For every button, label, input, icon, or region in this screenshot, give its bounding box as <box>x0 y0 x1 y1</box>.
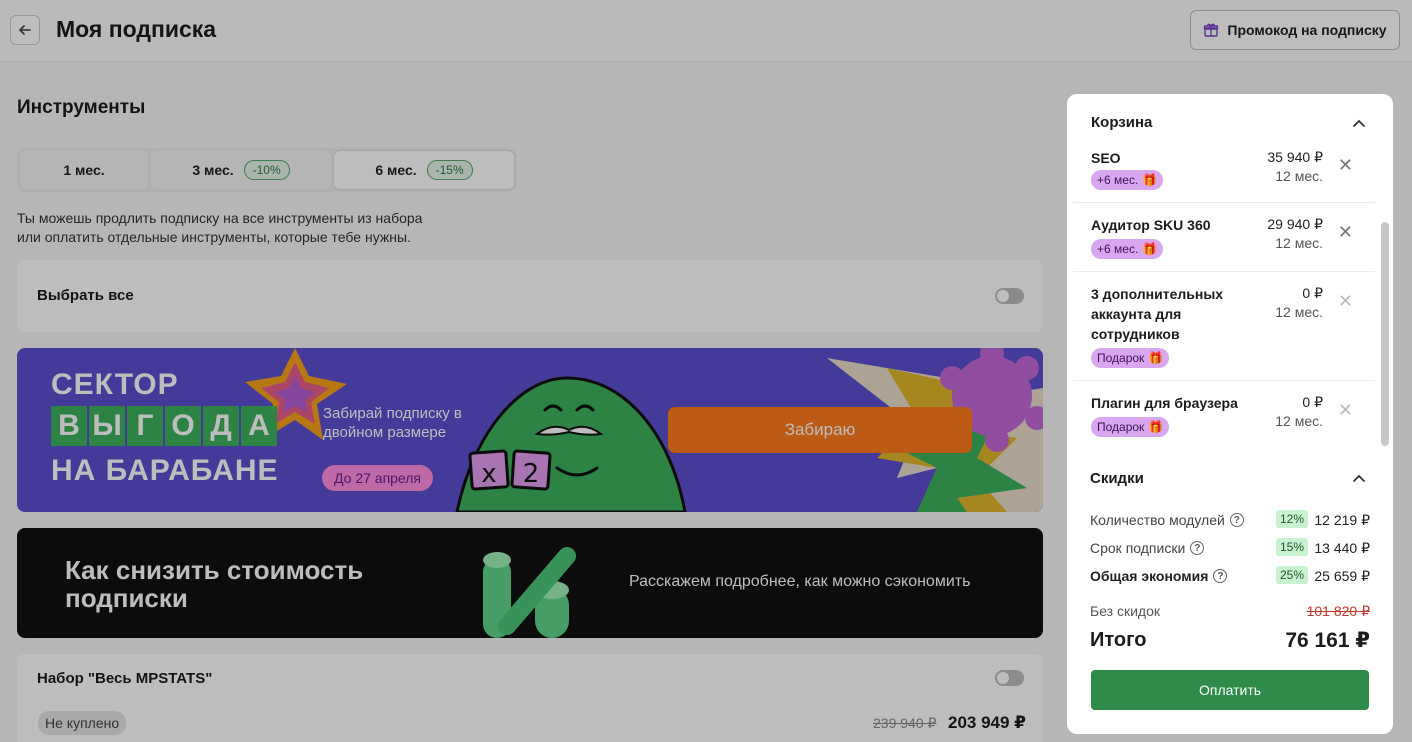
discount-label-text: Срок подписки <box>1090 540 1186 556</box>
cart-item-term: 12 мес. <box>1275 168 1323 184</box>
gift-icon: 🎁 <box>1142 242 1158 256</box>
gift-badge-label: +6 мес. <box>1097 242 1139 256</box>
discount-percent: 15% <box>1275 538 1308 556</box>
discount-amount: 13 440 ₽ <box>1314 540 1370 556</box>
cart-scrollbar[interactable] <box>1381 222 1389 446</box>
discount-label-text: Количество модулей <box>1090 512 1225 528</box>
cart-item-name: Плагин для браузера <box>1091 395 1238 411</box>
chevron-up-icon[interactable] <box>1352 118 1366 128</box>
discount-label: Срок подписки? <box>1090 540 1205 556</box>
discount-label: Количество модулей? <box>1090 512 1244 528</box>
no-discount-label: Без скидок <box>1090 603 1160 619</box>
discount-row: Срок подписки? 15% 13 440 ₽ <box>1090 538 1370 558</box>
discount-percent: 12% <box>1275 510 1308 528</box>
discount-amount: 25 659 ₽ <box>1314 568 1370 584</box>
cart-title: Корзина <box>1091 114 1153 131</box>
cart-item-term: 12 мес. <box>1275 413 1323 429</box>
cart-item: SEO 35 940 ₽ 12 мес. ✕ +6 мес. 🎁 <box>1073 148 1375 203</box>
cart-item-term: 12 мес. <box>1275 304 1323 320</box>
cart-item-term: 12 мес. <box>1275 235 1323 251</box>
gift-badge: +6 мес. 🎁 <box>1091 239 1164 259</box>
discount-row: Количество модулей? 12% 12 219 ₽ <box>1090 510 1370 530</box>
cart-item: Плагин для браузера 0 ₽ 12 мес. ✕ Подаро… <box>1073 381 1375 451</box>
help-icon[interactable]: ? <box>1229 513 1244 527</box>
cart-item-name: Аудитор SKU 360 <box>1091 217 1211 233</box>
discount-amount: 12 219 ₽ <box>1314 512 1370 528</box>
total-amount: 76 161 ₽ <box>1285 629 1370 652</box>
discounts-title: Скидки <box>1090 470 1144 487</box>
remove-item-button[interactable]: ✕ <box>1338 222 1353 243</box>
discounts-panel: Скидки Количество модулей? 12% 12 219 ₽ … <box>1074 452 1386 666</box>
help-icon[interactable]: ? <box>1213 569 1228 583</box>
gift-icon: 🎁 <box>1148 351 1164 365</box>
gift-badge: +6 мес. 🎁 <box>1091 170 1164 190</box>
gift-badge-label: Подарок <box>1097 351 1145 365</box>
total-label: Итого <box>1090 629 1147 651</box>
cart-item-price: 29 940 ₽ <box>1267 216 1323 232</box>
chevron-up-icon[interactable] <box>1352 473 1366 483</box>
discount-percent: 25% <box>1275 566 1308 584</box>
gift-icon: 🎁 <box>1148 420 1164 434</box>
gift-badge: Подарок 🎁 <box>1091 417 1170 437</box>
gift-badge-label: Подарок <box>1097 420 1145 434</box>
gift-badge: Подарок 🎁 <box>1091 348 1170 368</box>
cart-item-price: 35 940 ₽ <box>1267 149 1323 165</box>
cart-item-name: SEO <box>1091 150 1121 166</box>
cart-item-price: 0 ₽ <box>1302 285 1323 301</box>
cart-item-name: 3 дополнительных аккаунта для сотруднико… <box>1091 286 1224 342</box>
cart-item: 3 дополнительных аккаунта для сотруднико… <box>1073 272 1375 381</box>
remove-item-button[interactable]: ✕ <box>1338 291 1353 312</box>
no-discount-amount: 101 820 ₽ <box>1306 603 1370 619</box>
gift-icon: 🎁 <box>1142 173 1158 187</box>
remove-item-button[interactable]: ✕ <box>1338 155 1353 176</box>
discount-label: Общая экономия? <box>1090 568 1228 584</box>
pay-button[interactable]: Оплатить <box>1091 670 1369 710</box>
cart-item-price: 0 ₽ <box>1302 394 1323 410</box>
discount-label-text: Общая экономия <box>1090 568 1209 584</box>
discount-row: Общая экономия? 25% 25 659 ₽ <box>1090 566 1370 586</box>
help-icon[interactable]: ? <box>1190 541 1205 555</box>
remove-item-button[interactable]: ✕ <box>1338 400 1353 421</box>
cart-item: Аудитор SKU 360 29 940 ₽ 12 мес. ✕ +6 ме… <box>1073 203 1375 272</box>
gift-badge-label: +6 мес. <box>1097 173 1139 187</box>
